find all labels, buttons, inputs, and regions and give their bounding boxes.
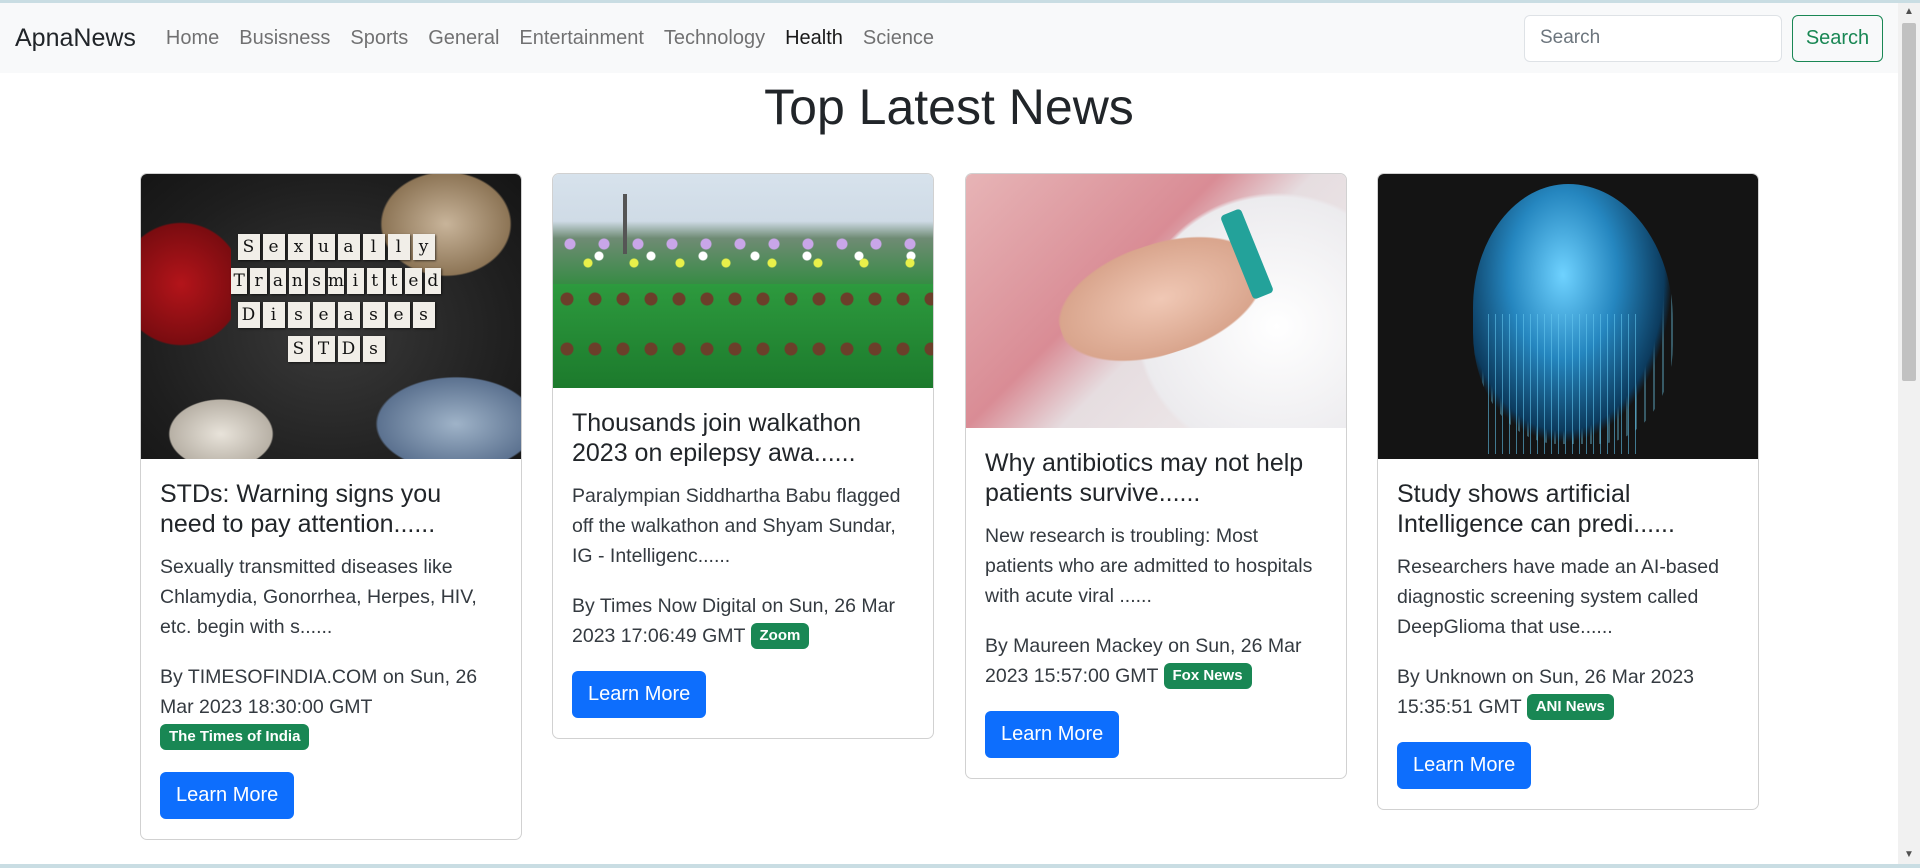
letter-tile: s [362, 302, 385, 328]
letter-tile: D [237, 302, 260, 328]
letter-tile: e [262, 234, 285, 260]
letter-tile: a [269, 268, 287, 294]
learn-more-button[interactable]: Learn More [985, 711, 1120, 758]
news-meta: By Maureen Mackey on Sun, 26 Mar 2023 15… [985, 631, 1327, 691]
letter-tile: i [262, 302, 285, 328]
news-title: Study shows artificial Intelligence can … [1397, 480, 1675, 538]
search-form: Search [1524, 14, 1883, 62]
letter-tile: T [231, 268, 248, 294]
nav-link-home[interactable]: Home [156, 27, 229, 50]
letter-tile: S [287, 336, 310, 362]
letter-tile: s [308, 268, 325, 294]
news-description: Researchers have made an AI-based diagno… [1397, 556, 1719, 638]
news-title: Why antibiotics may not help patients su… [985, 449, 1304, 507]
navbar: ApnaNews Home Busisness Sports General E… [0, 3, 1898, 73]
source-badge: The Times of India [160, 724, 310, 750]
letter-tile: x [287, 234, 310, 260]
news-meta: By TIMESOFINDIA.COM on Sun, 26 Mar 2023 … [160, 662, 502, 752]
letter-tile: S [237, 234, 260, 260]
letter-tile: e [387, 302, 410, 328]
nav-link-health[interactable]: Health [775, 27, 853, 50]
letter-tile: l [362, 234, 385, 260]
letter-tile: D [337, 336, 360, 362]
news-title: STDs: Warning signs you need to pay atte… [160, 480, 442, 538]
nav-links: Home Busisness Sports General Entertainm… [156, 27, 944, 50]
source-badge: Zoom [750, 623, 810, 649]
news-byline: By Maureen Mackey on Sun, 26 Mar 2023 15… [985, 635, 1302, 687]
source-badge: ANI News [1526, 694, 1614, 720]
letter-tile: a [337, 234, 360, 260]
news-card: Thousands join walkathon 2023 on epileps… [552, 173, 934, 739]
search-button[interactable]: Search [1792, 14, 1883, 62]
letter-tile: r [250, 268, 267, 294]
news-byline: By Times Now Digital on Sun, 26 Mar 2023… [572, 595, 895, 647]
brand-logo[interactable]: ApnaNews [15, 24, 136, 53]
letter-tile: u [312, 234, 335, 260]
news-card: Study shows artificial Intelligence can … [1377, 173, 1759, 810]
image-letter-tiles: SexuallyTransmittedDiseasesSTDs [231, 234, 441, 370]
letter-tile: a [337, 302, 360, 328]
letter-tile: s [287, 302, 310, 328]
learn-more-button[interactable]: Learn More [160, 772, 295, 819]
page-scrollbar[interactable]: ▲ ▼ [1898, 3, 1920, 864]
letter-tile: m [327, 268, 345, 294]
letter-tile: t [385, 268, 403, 294]
scroll-up-icon[interactable]: ▲ [1898, 3, 1920, 21]
scrollbar-thumb[interactable] [1902, 23, 1916, 381]
news-image-hospital-hands [966, 174, 1346, 428]
letter-tile: i [347, 268, 364, 294]
news-card: SexuallyTransmittedDiseasesSTDs STDs: Wa… [140, 173, 522, 840]
nav-link-business[interactable]: Busisness [229, 27, 340, 50]
page-title: Top Latest News [764, 79, 1134, 135]
letter-tile: y [412, 234, 435, 260]
nav-link-sports[interactable]: Sports [340, 27, 418, 50]
news-meta: By Unknown on Sun, 26 Mar 2023 15:35:51 … [1397, 662, 1739, 722]
letter-tile: n [289, 268, 306, 294]
window-bottom-border [0, 864, 1920, 868]
news-description: New research is troubling: Most patients… [985, 525, 1313, 607]
nav-link-technology[interactable]: Technology [654, 27, 775, 50]
learn-more-button[interactable]: Learn More [1397, 742, 1532, 789]
news-meta: By Times Now Digital on Sun, 26 Mar 2023… [572, 591, 914, 651]
news-title: Thousands join walkathon 2023 on epileps… [572, 409, 862, 467]
letter-tile: d [424, 268, 441, 294]
letter-tile: s [362, 336, 385, 362]
scroll-down-icon[interactable]: ▼ [1898, 846, 1920, 864]
news-byline: By TIMESOFINDIA.COM on Sun, 26 Mar 2023 … [160, 666, 478, 718]
letter-tile: e [405, 268, 422, 294]
letter-tile: T [312, 336, 335, 362]
source-badge: Fox News [1163, 663, 1252, 689]
letter-tile: l [387, 234, 410, 260]
news-description: Sexually transmitted diseases like Chlam… [160, 556, 477, 638]
news-image-ai-brain [1378, 174, 1758, 459]
news-description: Paralympian Siddhartha Babu flagged off … [572, 485, 901, 567]
letter-tile: s [412, 302, 435, 328]
news-card: Why antibiotics may not help patients su… [965, 173, 1347, 779]
search-input[interactable] [1524, 14, 1782, 62]
nav-link-entertainment[interactable]: Entertainment [509, 27, 654, 50]
news-image-stds: SexuallyTransmittedDiseasesSTDs [141, 174, 521, 459]
nav-link-general[interactable]: General [418, 27, 509, 50]
learn-more-button[interactable]: Learn More [572, 671, 707, 718]
letter-tile: e [312, 302, 335, 328]
nav-link-science[interactable]: Science [853, 27, 944, 50]
letter-tile: t [366, 268, 383, 294]
news-image-walkathon [553, 174, 933, 388]
